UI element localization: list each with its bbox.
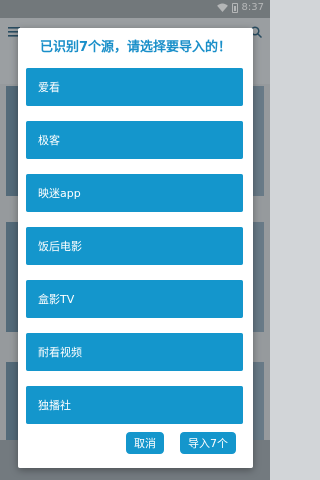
source-item[interactable]: 独播社 [26,386,243,424]
source-item[interactable]: 饭后电影 [26,227,243,265]
source-list[interactable]: 爱看 极客 映迷app 饭后电影 盒影TV 耐看视频 独播社 [26,68,243,446]
source-item[interactable]: 映迷app [26,174,243,212]
source-item[interactable]: 爱看 [26,68,243,106]
dialog-title: 已识别7个源，请选择要导入的！ [39,40,232,55]
source-item[interactable]: 盒影TV [26,280,243,318]
dialog-actions: 取消 导入7个 [18,432,253,458]
cancel-button[interactable]: 取消 [126,432,164,454]
source-item[interactable]: 耐看视频 [26,333,243,371]
source-item[interactable]: 极客 [26,121,243,159]
import-sources-dialog: 已识别7个源，请选择要导入的！ 爱看 极客 映迷app 饭后电影 盒影TV 耐看… [18,28,253,468]
import-button[interactable]: 导入7个 [180,432,236,454]
